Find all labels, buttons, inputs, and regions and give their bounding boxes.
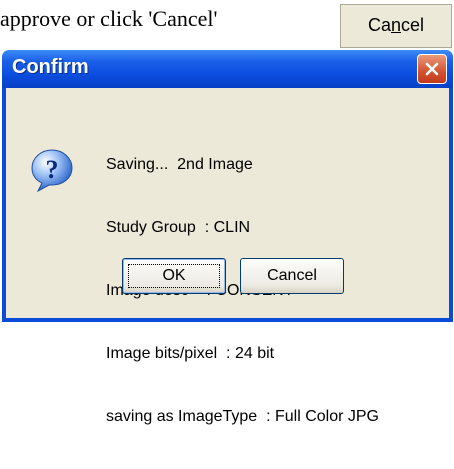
dialog-titlebar[interactable]: Confirm [2,50,453,88]
question-icon: ? [31,149,73,192]
cancel-button-label: Cancel [267,267,317,284]
close-icon [425,62,439,76]
background-cancel-label-mnemonic: n [390,15,401,35]
cancel-button[interactable]: Cancel [240,258,344,294]
dialog-title: Confirm [12,56,89,78]
message-line: Image bits/pixel : 24 bit [106,345,275,362]
background-cancel-label-b: cel [401,15,425,35]
svg-text:?: ? [46,155,59,184]
confirm-dialog: Confirm ? Saving... 2nd Image Study Grou… [2,50,453,425]
message-line: Study Group : CLIN [106,219,251,236]
ok-button[interactable]: OK [122,258,226,294]
message-line: saving as ImageType : Full Color JPG [106,408,379,425]
message-line: Saving... 2nd Image [106,156,253,173]
focus-rect [128,264,220,288]
background-cancel-label-a: Ca [367,15,391,35]
background-cancel-button[interactable]: Cancel [340,4,452,48]
background-instruction-text: approve or click 'Cancel' [0,6,218,31]
dialog-client-area: ? Saving... 2nd Image Study Group : CLIN… [6,88,449,425]
close-button[interactable] [417,54,447,84]
